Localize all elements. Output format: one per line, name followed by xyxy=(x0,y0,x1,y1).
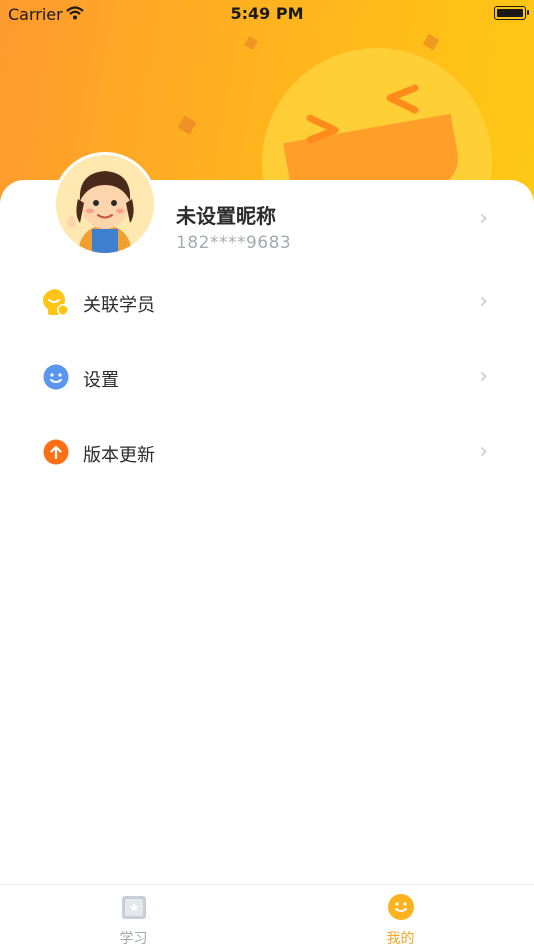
menu-item-label: 版本更新 xyxy=(83,445,155,466)
update-icon xyxy=(43,439,69,465)
tab-study[interactable]: 学习 xyxy=(0,885,267,950)
confetti-decoration xyxy=(244,36,258,50)
menu-item-update[interactable]: 版本更新 › xyxy=(0,423,534,483)
tab-mine[interactable]: 我的 xyxy=(267,885,534,950)
smiley-icon xyxy=(388,894,414,920)
confetti-decoration xyxy=(177,115,197,135)
menu-item-settings[interactable]: 设置 › xyxy=(0,348,534,408)
chevron-right-icon: › xyxy=(479,439,488,464)
profile-phone: 182****9683 xyxy=(176,233,292,253)
status-bar: Carrier 5:49 PM xyxy=(0,0,534,28)
child-avatar-icon xyxy=(56,155,154,253)
book-icon xyxy=(122,896,146,919)
link-student-icon xyxy=(43,289,69,316)
chevron-right-icon[interactable]: › xyxy=(479,206,488,231)
confetti-decoration xyxy=(422,33,440,51)
clock-time: 5:49 PM xyxy=(230,4,304,23)
battery-icon xyxy=(494,6,529,20)
menu-item-label: 设置 xyxy=(83,370,119,391)
tab-bar: 学习 我的 xyxy=(0,884,534,950)
mascot-eyes-illustration xyxy=(306,84,419,144)
user-avatar[interactable] xyxy=(53,152,157,256)
menu-item-label: 关联学员 xyxy=(83,295,155,316)
profile-nickname[interactable]: 未设置昵称 xyxy=(176,200,276,229)
menu-item-link-student[interactable]: 关联学员 › xyxy=(0,273,534,333)
chevron-right-icon: › xyxy=(479,289,488,314)
settings-icon xyxy=(43,364,69,390)
tab-label: 我的 xyxy=(386,931,415,947)
chevron-right-icon: › xyxy=(479,364,488,389)
tab-label: 学习 xyxy=(119,931,148,947)
